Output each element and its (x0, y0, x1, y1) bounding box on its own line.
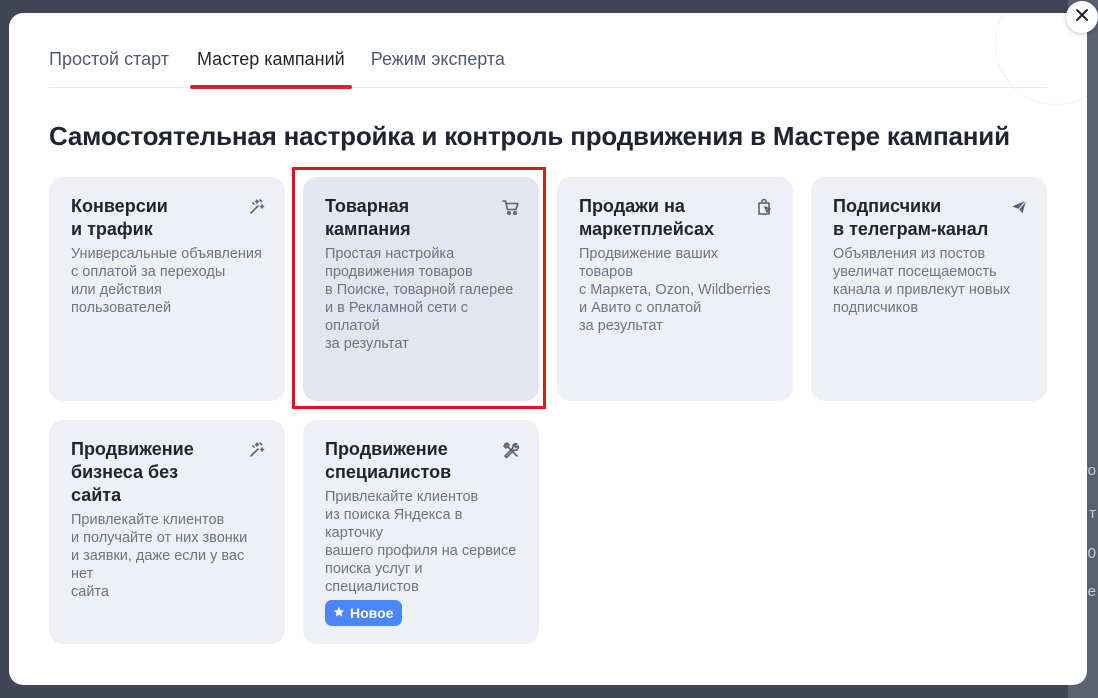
star-icon (333, 605, 345, 621)
card-telegram-subscribers[interactable]: Подписчики в телеграм-канал Объявления и… (811, 177, 1047, 401)
sparkle-magic-icon (247, 440, 267, 460)
card-description: Объявления из постов увеличат посещаемос… (833, 246, 1011, 316)
shopping-cart-icon (501, 197, 521, 217)
card-description: Привлекайте клиентов и получайте от них … (71, 512, 248, 600)
card-product-campaign[interactable]: Товарная кампания Простая настройка прод… (303, 177, 539, 401)
tab-expert-mode[interactable]: Режим эксперта (364, 43, 512, 87)
card-specialists[interactable]: Продвижение специалистов Привлекайте кли… (303, 420, 539, 644)
send-plane-icon (1009, 197, 1029, 217)
card-description: Привлекайте клиентов из поиска Яндекса в… (325, 489, 517, 595)
new-badge: Новое (325, 600, 403, 626)
badge-label: Новое (350, 605, 394, 621)
tab-campaign-master[interactable]: Мастер кампаний (189, 43, 352, 89)
card-title: Продвижение специалистов (325, 439, 452, 482)
card-title: Товарная кампания (325, 196, 411, 239)
card-title: Продвижение бизнеса без сайта (71, 439, 194, 505)
tools-icon (501, 440, 521, 460)
close-icon (1075, 8, 1089, 27)
sparkle-magic-icon (247, 197, 267, 217)
card-description: Универсальные объявления с оплатой за пе… (71, 246, 262, 316)
card-title: Конверсии и трафик (71, 196, 168, 239)
card-description: Продвижение ваших товаров с Маркета, Ozo… (579, 246, 771, 334)
mode-tabs: Простой старт Мастер кампаний Режим эксп… (49, 43, 1047, 89)
card-title: Подписчики в телеграм-канал (833, 196, 989, 239)
shopping-bag-cursor-icon (755, 197, 775, 217)
card-description: Простая настройка продвижения товаров в … (325, 246, 514, 352)
close-button[interactable] (1066, 1, 1098, 33)
campaign-type-modal: Простой старт Мастер кампаний Режим эксп… (9, 13, 1087, 685)
page-title: Самостоятельная настройка и контроль про… (49, 121, 1010, 151)
card-business-without-site[interactable]: Продвижение бизнеса без сайта Привлекайт… (49, 420, 285, 644)
card-conversions-traffic[interactable]: Конверсии и трафик Универсальные объявле… (49, 177, 285, 401)
tab-simple-start[interactable]: Простой старт (49, 43, 176, 87)
card-marketplace-sales[interactable]: Продажи на маркетплейсах Продвижение ваш… (557, 177, 793, 401)
card-title: Продажи на маркетплейсах (579, 196, 715, 239)
